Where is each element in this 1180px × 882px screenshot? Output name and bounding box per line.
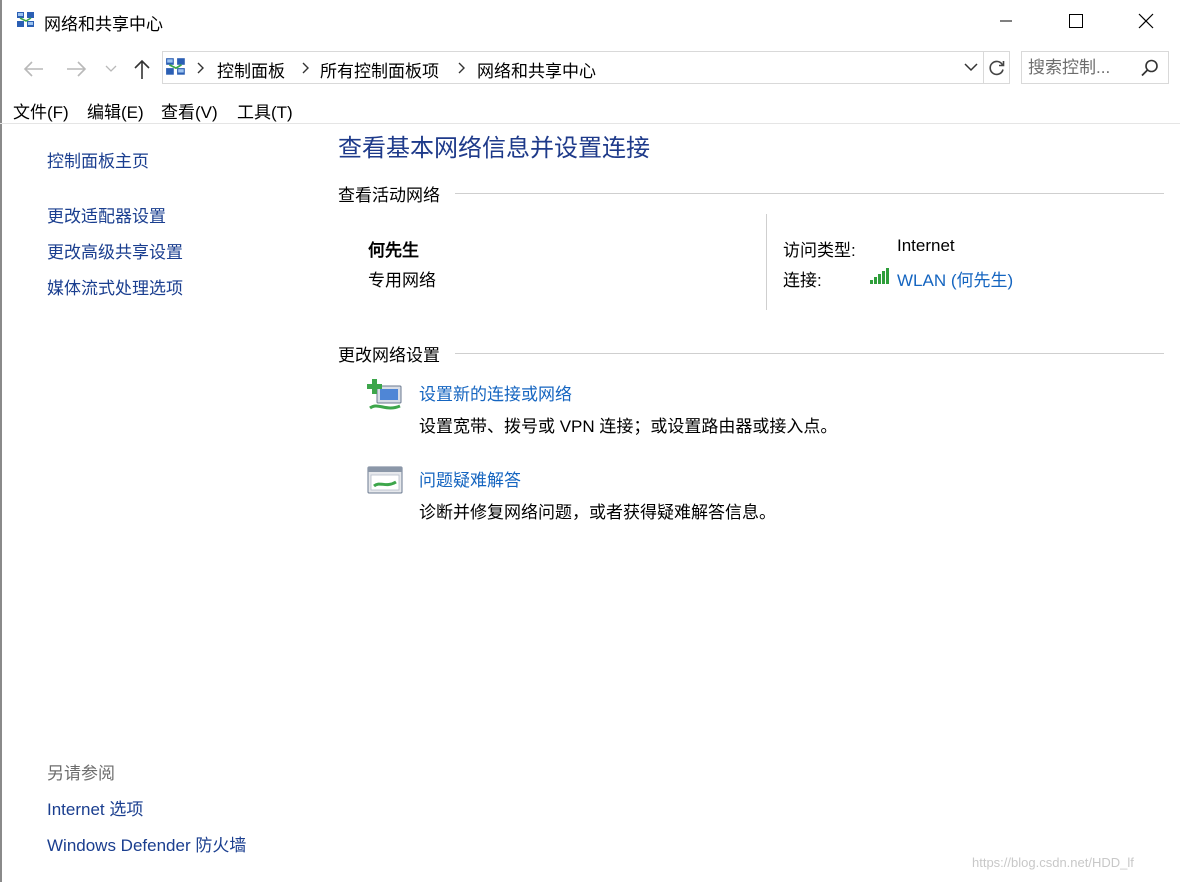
back-arrow-icon (23, 61, 43, 77)
setup-connection-description: 设置宽带、拨号或 VPN 连接；或设置路由器或接入点。 (419, 417, 838, 436)
access-type-value: Internet (897, 236, 955, 255)
troubleshoot-link[interactable]: 问题疑难解答 (419, 466, 521, 491)
forward-arrow-icon (67, 61, 87, 77)
adapter-settings-link[interactable]: 更改适配器设置 (47, 202, 166, 227)
advanced-sharing-link[interactable]: 更改高级共享设置 (47, 238, 183, 263)
forward-button[interactable] (64, 56, 90, 82)
access-type-label: 访问类型: (783, 241, 856, 260)
control-panel-home-link[interactable]: 控制面板主页 (47, 147, 149, 172)
network-center-icon (17, 12, 34, 27)
window-title: 网络和共享中心 (44, 15, 163, 34)
minimize-button[interactable] (971, 0, 1041, 42)
maximize-button[interactable] (1041, 0, 1111, 42)
see-also-heading: 另请参阅 (47, 764, 115, 783)
section-divider (455, 353, 1164, 354)
troubleshoot-icon[interactable] (366, 464, 404, 500)
active-networks-heading: 查看活动网络 (338, 186, 440, 205)
refresh-icon (989, 60, 1005, 75)
chevron-right-icon[interactable] (301, 62, 311, 74)
menu-view[interactable]: 查看(V) (161, 98, 218, 123)
up-arrow-icon (134, 59, 150, 79)
menu-file[interactable]: 文件(F) (13, 98, 69, 123)
menu-tools[interactable]: 工具(T) (237, 98, 293, 123)
close-icon (1138, 13, 1154, 29)
chevron-right-icon[interactable] (457, 62, 467, 74)
menu-edit[interactable]: 编辑(E) (87, 98, 144, 123)
search-icon[interactable] (1140, 58, 1160, 78)
connection-label: 连接: (783, 271, 822, 290)
network-type: 专用网络 (368, 271, 436, 290)
back-button[interactable] (20, 56, 46, 82)
chevron-down-icon (105, 65, 117, 72)
media-streaming-link[interactable]: 媒体流式处理选项 (47, 274, 183, 299)
window-left-edge (0, 0, 2, 882)
address-bar[interactable]: 控制面板 所有控制面板项 网络和共享中心 (162, 51, 1010, 84)
title-bar: 网络和共享中心 (0, 0, 1180, 42)
up-button[interactable] (129, 56, 155, 82)
section-divider (455, 193, 1164, 194)
defender-firewall-link[interactable]: Windows Defender 防火墙 (47, 831, 246, 856)
address-history-dropdown[interactable] (960, 52, 982, 83)
network-center-icon (166, 58, 185, 75)
new-connection-icon[interactable] (366, 378, 404, 414)
breadcrumb-network-center[interactable]: 网络和共享中心 (477, 57, 596, 82)
setup-connection-link[interactable]: 设置新的连接或网络 (419, 380, 572, 405)
recent-locations-button[interactable] (101, 56, 121, 82)
search-input[interactable] (1028, 56, 1138, 79)
internet-options-link[interactable]: Internet 选项 (47, 795, 143, 820)
minimize-icon (1000, 20, 1012, 22)
breadcrumb-all-items[interactable]: 所有控制面板项 (320, 57, 439, 82)
change-settings-heading: 更改网络设置 (338, 346, 440, 365)
troubleshoot-description: 诊断并修复网络问题，或者获得疑难解答信息。 (419, 503, 776, 522)
network-name: 何先生 (368, 241, 419, 260)
search-box[interactable] (1021, 51, 1169, 84)
wlan-connection-link[interactable]: WLAN (何先生) (897, 266, 1013, 291)
breadcrumb-control-panel[interactable]: 控制面板 (217, 57, 285, 82)
watermark: https://blog.csdn.net/HDD_lf (972, 855, 1134, 870)
chevron-down-icon (964, 63, 978, 72)
chevron-right-icon[interactable] (196, 62, 206, 74)
network-divider (766, 214, 767, 310)
close-button[interactable] (1111, 0, 1180, 42)
menu-bar: 文件(F) 编辑(E) 查看(V) 工具(T) (0, 94, 1180, 124)
page-title: 查看基本网络信息并设置连接 (338, 135, 650, 162)
refresh-button[interactable] (983, 52, 1010, 83)
maximize-icon (1069, 14, 1083, 28)
wifi-signal-icon (870, 268, 889, 284)
